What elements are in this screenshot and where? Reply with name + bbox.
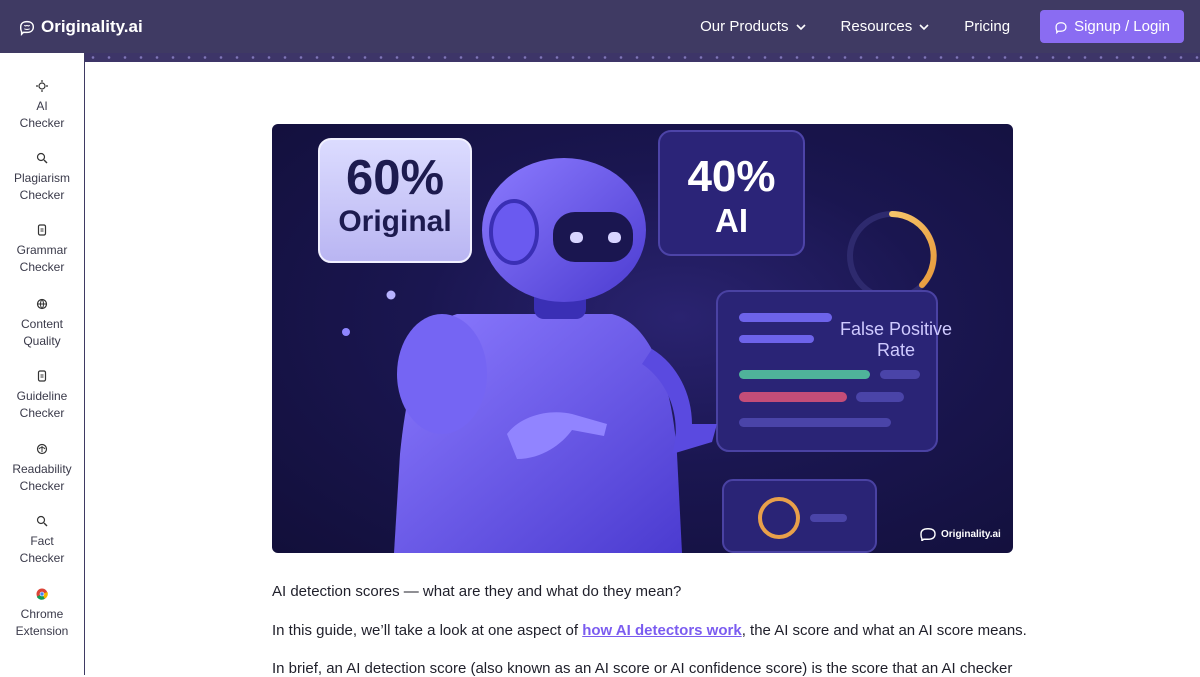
- ai-score-label: AI: [715, 202, 748, 239]
- sidebar-label: AI: [36, 99, 48, 113]
- tools-sidebar: AI Checker Plagiarism Checker Grammar Ch…: [0, 53, 85, 675]
- decor-dot: [342, 328, 350, 336]
- sidebar-label: Checker: [19, 187, 65, 202]
- panel-bar: [739, 370, 870, 379]
- sidebar-item-readability-checker[interactable]: Readability Checker: [0, 443, 84, 494]
- brain-logo-icon: [920, 528, 936, 541]
- sidebar-item-chrome-extension[interactable]: Chrome Extension: [0, 588, 84, 639]
- sidebar-label: Checker: [19, 405, 65, 420]
- sidebar-item-fact-checker[interactable]: Fact Checker: [0, 515, 84, 566]
- false-positive-label: False Positive Rate: [832, 319, 960, 361]
- panel-bar: [739, 418, 891, 427]
- chevron-down-icon: [795, 23, 806, 30]
- gauge-arc: [889, 211, 937, 288]
- panel-bar: [739, 313, 832, 322]
- article-paragraph: AI detection scores — what are they and …: [272, 583, 682, 600]
- sidebar-label: Checker: [19, 550, 65, 565]
- how-ai-detectors-work-link[interactable]: how AI detectors work: [582, 622, 741, 639]
- hero-watermark: Originality.ai: [919, 527, 1001, 541]
- nav-our-products[interactable]: Our Products: [700, 18, 806, 35]
- decor-dot: [386, 290, 396, 300]
- panel-bar: [739, 335, 814, 343]
- brain-icon: [1055, 21, 1067, 34]
- sparkle-icon: [36, 80, 48, 92]
- sidebar-label: Extension: [15, 623, 69, 638]
- brain-logo-icon: [19, 20, 35, 36]
- panel-bar: [880, 370, 920, 379]
- sidebar-label: Grammar: [16, 243, 68, 257]
- document-icon: [37, 224, 47, 236]
- search-icon: [36, 152, 48, 164]
- fpr-line1: False Positive: [839, 319, 953, 339]
- document-icon: [37, 370, 47, 382]
- globe-icon: [36, 298, 48, 310]
- nav-label: Resources: [840, 18, 913, 35]
- sidebar-item-guideline-checker[interactable]: Guideline Checker: [0, 370, 84, 421]
- sidebar-label: Content: [20, 317, 64, 331]
- nav-pricing[interactable]: Pricing: [964, 18, 1010, 35]
- main-nav: Our Products Resources Pricing Signup / …: [700, 10, 1184, 43]
- chrome-icon: [36, 588, 48, 600]
- brand-name: Originality.ai: [41, 17, 143, 36]
- original-score-value: 60%: [345, 151, 445, 205]
- watermark-text: Originality.ai: [941, 528, 1001, 540]
- nav-label: Pricing: [964, 18, 1011, 35]
- sidebar-label: Chrome: [20, 607, 64, 621]
- panel-bar: [856, 392, 904, 402]
- sidebar-item-ai-checker[interactable]: AI Checker: [0, 80, 84, 131]
- sidebar-label: Readability: [12, 462, 72, 476]
- ai-score-value: 40%: [687, 152, 776, 201]
- hero-illustration: 60% Original 40% AI False Positive Rate …: [272, 124, 1013, 553]
- panel-bar: [810, 514, 847, 522]
- sidebar-label: Plagiarism: [13, 171, 70, 185]
- signup-label: Signup / Login: [1074, 18, 1170, 35]
- paragraph-text: In this guide, we’ll take a look at one …: [272, 622, 583, 639]
- fpr-line2: Rate: [876, 340, 916, 360]
- sidebar-label: Guideline: [16, 389, 68, 403]
- sidebar-label: Checker: [19, 259, 65, 274]
- original-score-label: Original: [338, 205, 452, 238]
- panel-bar: [739, 392, 847, 402]
- paragraph-text: , the AI score and what an AI score mean…: [741, 622, 1027, 639]
- sidebar-item-grammar-checker[interactable]: Grammar Checker: [0, 224, 84, 275]
- sidebar-label: Quality: [23, 333, 61, 348]
- nav-label: Our Products: [700, 18, 789, 35]
- top-navigation-bar: Originality.ai Our Products Resources Pr…: [0, 0, 1200, 53]
- signup-login-button[interactable]: Signup / Login: [1040, 10, 1184, 43]
- nav-resources[interactable]: Resources: [841, 18, 931, 35]
- sidebar-item-content-quality[interactable]: Content Quality: [0, 298, 84, 349]
- sidebar-label: Fact: [30, 534, 54, 548]
- header-decorative-stripe: [85, 53, 1200, 62]
- search-icon: [36, 515, 48, 527]
- chevron-down-icon: [919, 23, 929, 30]
- sidebar-item-plagiarism-checker[interactable]: Plagiarism Checker: [0, 152, 84, 203]
- article-paragraph: In brief, an AI detection score (also kn…: [272, 660, 1013, 677]
- sidebar-label: Checker: [19, 115, 65, 130]
- sidebar-label: Checker: [19, 478, 65, 493]
- brain-icon: [36, 443, 48, 455]
- article-paragraph: In this guide, we’ll take a look at one …: [272, 622, 1027, 639]
- brand-logo[interactable]: Originality.ai: [18, 17, 143, 37]
